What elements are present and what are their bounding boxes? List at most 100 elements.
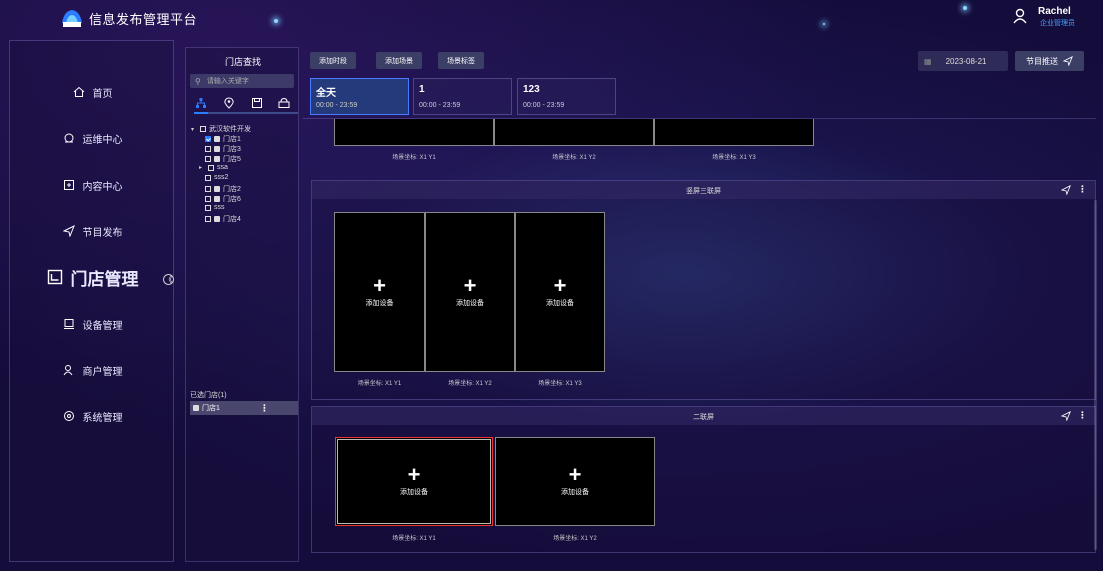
scene-tag-button[interactable]: 场景标签 [438, 52, 484, 69]
sidebar-item-ops[interactable]: 运维中心 [10, 128, 175, 148]
tree-checkbox[interactable] [205, 136, 211, 142]
tree-item[interactable]: sss [199, 204, 225, 211]
tree-item[interactable]: ▸ ssa [199, 164, 228, 171]
search-placeholder: 请输入关键字 [206, 78, 249, 85]
sidebar-item-label: 系统管理 [82, 412, 123, 424]
selected-store-item[interactable]: 门店1 ⋮ [190, 401, 298, 415]
tree-item-label: 门店5 [223, 156, 241, 163]
org-tree-icon[interactable] [195, 97, 207, 109]
tree-checkbox[interactable] [205, 156, 211, 162]
tree-checkbox[interactable] [205, 174, 211, 181]
add-period-button[interactable]: 添加时段 [310, 52, 356, 69]
sidebar-collapse-button[interactable]: 《 [163, 274, 174, 285]
device-slot[interactable] [334, 119, 494, 146]
scene-vertical-triple: 竖屏三联屏 ⋮ + 添加设备 + 添加设备 + 添加设备 场景坐标: X1 Y1… [311, 180, 1096, 400]
tree-item[interactable]: 门店5 [199, 154, 241, 164]
tree-item-label: 门店6 [223, 196, 241, 203]
more-menu-icon[interactable]: ⋮ [1078, 184, 1087, 195]
user-avatar-icon[interactable] [1012, 8, 1028, 24]
tree-item[interactable]: ▾ 武汉软件开发 [191, 124, 251, 134]
app-title: 信息发布管理平台 [89, 12, 198, 27]
decor-dot [823, 23, 825, 25]
selected-stores-label: 已选门店(1) [190, 392, 227, 399]
scene-coordinate: 场景坐标: X1 Y2 [553, 536, 597, 542]
date-picker[interactable]: ▦ 2023-08-21 [918, 51, 1008, 71]
scene-coordinate: 场景坐标: X1 Y3 [712, 155, 756, 161]
add-device-slot[interactable]: + 添加设备 [334, 212, 425, 372]
tree-item[interactable]: 门店2 [199, 184, 241, 194]
add-device-label: 添加设备 [400, 489, 428, 496]
add-device-slot[interactable]: + 添加设备 [425, 212, 515, 372]
sidebar-item-device[interactable]: 设备管理 [10, 314, 175, 334]
tree-item[interactable]: sss2 [199, 174, 228, 181]
sidebar-item-store[interactable]: 门店管理 [10, 267, 175, 289]
content-icon [63, 180, 74, 190]
tree-checkbox[interactable] [205, 186, 211, 192]
more-menu-icon[interactable]: ⋮ [1078, 410, 1087, 421]
sidebar-item-label: 门店管理 [70, 269, 139, 289]
search-input[interactable]: ⚲ 请输入关键字 [190, 74, 294, 88]
tree-checkbox[interactable] [200, 126, 206, 132]
add-device-label: 添加设备 [561, 489, 589, 496]
location-icon[interactable] [223, 97, 235, 109]
plus-icon: + [407, 462, 421, 487]
sidebar-item-merchant[interactable]: 商户管理 [10, 360, 175, 380]
send-icon[interactable] [1061, 185, 1071, 195]
device-slot[interactable] [654, 119, 814, 146]
sidebar-item-label: 内容中心 [82, 181, 123, 193]
tab-indicator [194, 112, 298, 114]
tree-checkbox[interactable] [205, 146, 211, 152]
tree-caret-icon[interactable]: ▸ [199, 164, 205, 171]
calendar-icon: ▦ [924, 56, 932, 66]
add-device-slot[interactable]: + 添加设备 [495, 437, 655, 526]
scene-coordinate: 场景坐标: X1 Y3 [538, 381, 582, 387]
tree-checkbox[interactable] [205, 196, 211, 202]
tree-item[interactable]: 门店4 [199, 214, 241, 224]
tab-period[interactable]: 全天 00:00 - 23:59 [310, 78, 409, 115]
tree-item[interactable]: 门店1 [199, 134, 241, 144]
decor-dot [274, 19, 278, 23]
more-menu-icon[interactable]: ⋮ [260, 403, 269, 414]
tree-item-label: 门店4 [223, 216, 241, 223]
add-device-slot[interactable]: + 添加设备 [515, 212, 605, 372]
user-name[interactable]: Rachel [1038, 6, 1071, 17]
sidebar-item-settings[interactable]: 系统管理 [10, 406, 175, 426]
tree-checkbox[interactable] [205, 204, 211, 211]
tree-item[interactable]: 门店3 [199, 144, 241, 154]
sidebar-item-label: 商户管理 [82, 366, 123, 378]
device-slot[interactable] [494, 119, 654, 146]
push-program-button[interactable]: 节目推送 [1015, 51, 1084, 71]
store-icon [214, 196, 220, 202]
merchant-icon [63, 365, 72, 376]
selected-store-name: 门店1 [202, 405, 220, 412]
send-icon[interactable] [1061, 411, 1071, 421]
date-value: 2023-08-21 [945, 56, 987, 66]
save-icon[interactable] [251, 97, 263, 109]
sidebar-item-label: 设备管理 [82, 320, 123, 332]
scrollbar[interactable] [1094, 200, 1097, 550]
home-icon [73, 86, 84, 97]
tree-item[interactable]: 门店6 [199, 194, 241, 204]
sidebar-item-content[interactable]: 内容中心 [10, 175, 175, 195]
add-device-slot[interactable]: + 添加设备 [335, 437, 493, 526]
tag-icon[interactable] [278, 97, 290, 109]
store-icon [47, 269, 62, 285]
store-icon [214, 216, 220, 222]
sidebar-item-publish[interactable]: 节目发布 [10, 221, 175, 241]
sidebar-item-home[interactable]: 首页 [10, 82, 175, 102]
tab-title: 1 [419, 84, 425, 95]
tree-checkbox[interactable] [208, 164, 214, 171]
store-icon [214, 136, 220, 142]
tree-caret-icon[interactable]: ▾ [191, 126, 197, 133]
send-icon [1063, 56, 1073, 66]
sidebar-item-label: 节目发布 [82, 227, 123, 239]
add-device-label: 添加设备 [456, 299, 484, 307]
tree-checkbox[interactable] [205, 216, 211, 222]
add-scene-button[interactable]: 添加场景 [376, 52, 422, 69]
add-device-label: 添加设备 [546, 299, 574, 307]
tab-period[interactable]: 123 00:00 - 23:59 [517, 78, 616, 115]
tab-period[interactable]: 1 00:00 - 23:59 [413, 78, 512, 115]
tab-range: 00:00 - 23:59 [419, 102, 461, 109]
sidebar-item-label: 首页 [92, 88, 113, 100]
ops-icon [64, 133, 73, 143]
